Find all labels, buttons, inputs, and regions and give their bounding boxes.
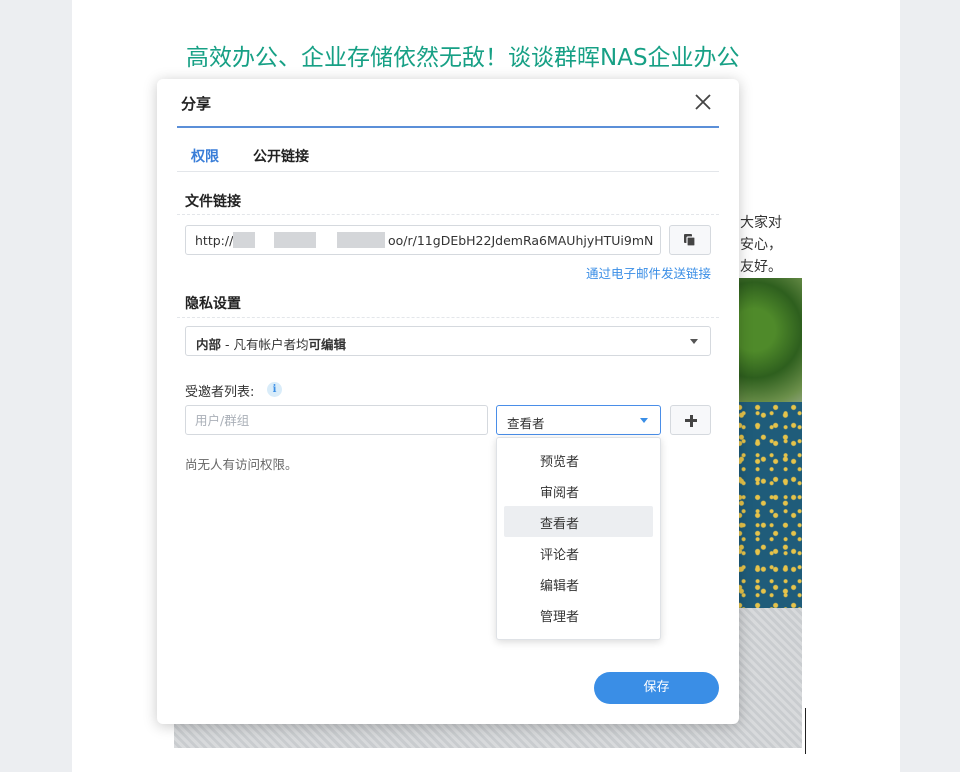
file-link-field[interactable]: http:// oo/r/11gDEbH22JdemRa6MAUhjyHTUi9…	[185, 225, 661, 255]
close-icon[interactable]	[693, 92, 713, 112]
privacy-value: 内部 - 凡有帐户者均可编辑	[196, 334, 346, 353]
copy-icon	[684, 234, 696, 247]
link-suffix: oo/r/11gDEbH22JdemRa6MAUhjyHTUi9mN	[388, 233, 654, 248]
file-link-title: 文件链接	[185, 194, 241, 210]
send-email-link[interactable]: 通过电子邮件发送链接	[586, 263, 711, 282]
role-option-reviewer[interactable]: 审阅者	[504, 475, 653, 506]
dialog-title: 分享	[181, 95, 212, 113]
text-cursor	[805, 708, 806, 754]
article-text-line: 安心，	[740, 237, 782, 253]
privacy-title: 隐私设置	[185, 296, 241, 312]
add-invitee-button[interactable]	[670, 405, 711, 435]
privacy-select[interactable]: 内部 - 凡有帐户者均可编辑	[185, 326, 711, 356]
role-value: 查看者	[507, 416, 545, 431]
tab-public-link[interactable]: 公开链接	[253, 146, 309, 166]
role-option-editor[interactable]: 编辑者	[504, 568, 653, 599]
chevron-down-icon	[690, 339, 698, 344]
role-select[interactable]: 查看者	[496, 405, 661, 435]
role-option-label: 管理者	[540, 610, 580, 625]
info-icon[interactable]: i	[267, 382, 282, 397]
redacted-block	[233, 232, 255, 248]
privacy-permission: 可编辑	[308, 337, 346, 352]
tab-bar: 权限 公开链接	[177, 143, 719, 172]
invitee-list-label: 受邀者列表:	[185, 385, 255, 400]
copy-link-button[interactable]	[669, 225, 711, 255]
privacy-level: 内部	[196, 337, 222, 352]
role-option-label: 编辑者	[540, 579, 580, 594]
role-option-manager[interactable]: 管理者	[504, 599, 653, 630]
role-dropdown-menu: 预览者 审阅者 查看者 评论者 编辑者 管理者	[496, 437, 661, 640]
privacy-desc: - 凡有帐户者均	[221, 337, 309, 352]
article-text-line: 友好。	[740, 259, 782, 275]
dialog-header: 分享	[177, 79, 719, 128]
role-option-label: 预览者	[540, 455, 580, 470]
role-option-label: 评论者	[540, 548, 580, 563]
section-divider	[177, 214, 719, 215]
role-option-label: 查看者	[540, 517, 580, 532]
redacted-block	[274, 232, 316, 248]
role-option-previewer[interactable]: 预览者	[504, 444, 653, 475]
empty-access-text: 尚无人有访问权限。	[185, 457, 298, 472]
redacted-block	[337, 232, 385, 248]
chevron-down-icon	[640, 418, 648, 423]
link-prefix: http://	[195, 233, 234, 248]
tab-permissions[interactable]: 权限	[191, 146, 219, 166]
article-text: 大家对 安心， 友好。	[740, 212, 782, 278]
article-title: 高效办公、企业存储依然无敌！谈谈群晖NAS企业办公	[186, 45, 740, 71]
role-option-commenter[interactable]: 评论者	[504, 537, 653, 568]
role-option-label: 审阅者	[540, 486, 580, 501]
role-option-viewer[interactable]: 查看者	[504, 506, 653, 537]
save-button[interactable]: 保存	[594, 672, 719, 704]
article-text-line: 大家对	[740, 215, 782, 231]
section-divider	[177, 317, 719, 318]
share-dialog: 分享 权限 公开链接 文件链接 http:// oo/r/11gDEbH22Jd…	[157, 79, 739, 724]
user-group-input[interactable]	[185, 405, 488, 435]
